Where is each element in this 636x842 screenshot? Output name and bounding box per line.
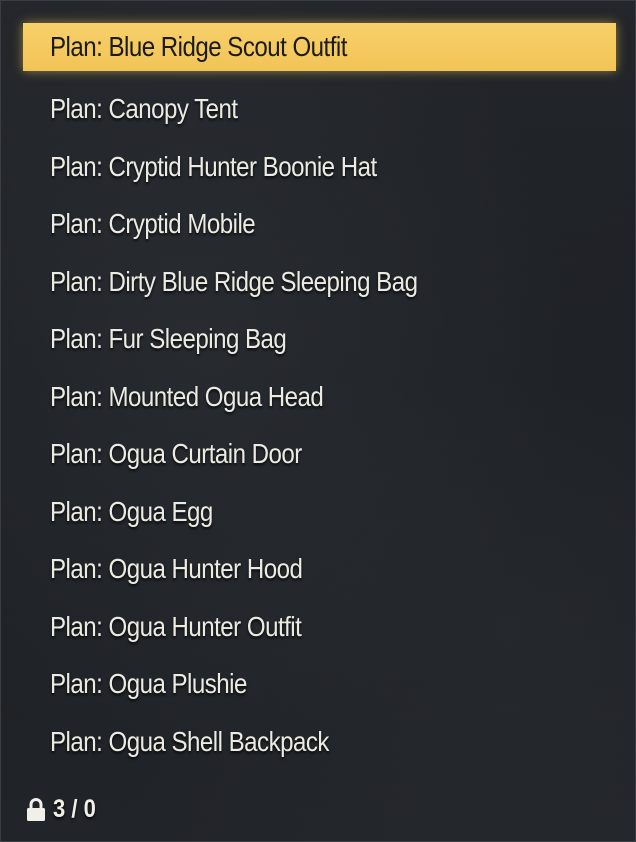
list-item[interactable]: Plan: Ogua Hunter Hood: [23, 541, 616, 599]
list-item-label: Plan: Fur Sleeping Bag: [50, 323, 287, 355]
list-item[interactable]: Plan: Mounted Ogua Head: [23, 368, 616, 426]
capacity-text: 3 / 0: [53, 795, 96, 823]
list-item-label: Plan: Ogua Egg: [50, 495, 213, 527]
list-item[interactable]: Plan: Ogua Egg: [23, 483, 616, 541]
list-item-label: Plan: Ogua Curtain Door: [50, 438, 302, 470]
list-item-label: Plan: Canopy Tent: [50, 93, 238, 125]
list-item-label: Plan: Ogua Plushie: [50, 668, 247, 700]
lock-icon: [27, 797, 45, 821]
list-item[interactable]: Plan: Cryptid Hunter Boonie Hat: [23, 138, 616, 196]
list-item[interactable]: Plan: Blue Ridge Scout Outfit: [23, 23, 616, 71]
list-item-label: Plan: Blue Ridge Scout Outfit: [50, 31, 347, 62]
inventory-panel: Plan: Blue Ridge Scout Outfit Plan: Cano…: [0, 0, 636, 842]
capacity-indicator: 3 / 0: [25, 795, 102, 824]
list-item-label: Plan: Dirty Blue Ridge Sleeping Bag: [50, 265, 418, 297]
list-item[interactable]: Plan: Dirty Blue Ridge Sleeping Bag: [23, 253, 616, 311]
list-item-label: Plan: Cryptid Hunter Boonie Hat: [50, 150, 377, 182]
list-item[interactable]: Plan: Ogua Hunter Outfit: [23, 598, 616, 656]
list-item[interactable]: Plan: Fur Sleeping Bag: [23, 311, 616, 369]
list-item-label: Plan: Ogua Shell Backpack: [50, 725, 329, 757]
list-item[interactable]: Plan: Canopy Tent: [23, 81, 616, 139]
list-item-label: Plan: Ogua Hunter Hood: [50, 553, 303, 585]
list-item-label: Plan: Ogua Hunter Outfit: [50, 610, 302, 642]
list-item-label: Plan: Mounted Ogua Head: [50, 380, 324, 412]
list-item[interactable]: Plan: Ogua Curtain Door: [23, 426, 616, 484]
list-item[interactable]: Plan: Ogua Shell Backpack: [23, 713, 616, 771]
list-item[interactable]: Plan: Ogua Plushie: [23, 656, 616, 714]
list-item[interactable]: Plan: Cryptid Mobile: [23, 196, 616, 254]
plan-list: Plan: Blue Ridge Scout Outfit Plan: Cano…: [23, 23, 616, 771]
list-item-label: Plan: Cryptid Mobile: [50, 208, 256, 240]
